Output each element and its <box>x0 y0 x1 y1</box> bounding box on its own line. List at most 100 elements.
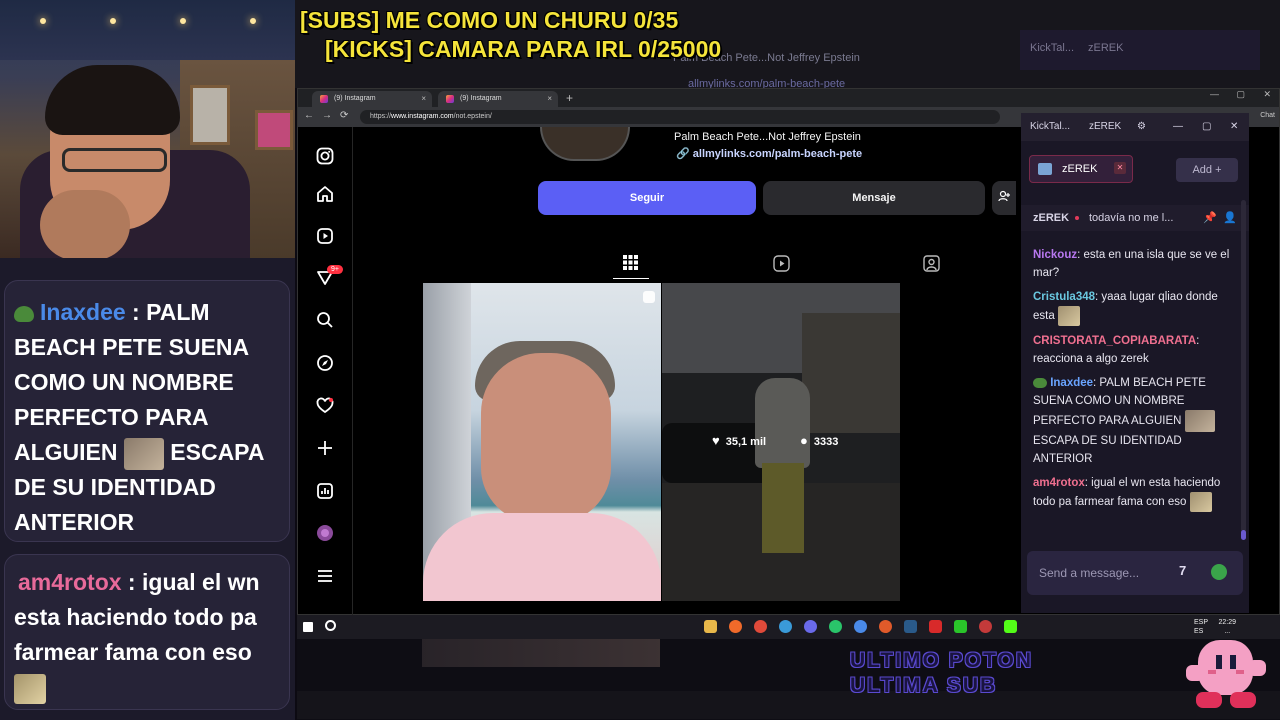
maximize-icon[interactable]: ▢ <box>1236 89 1245 100</box>
window-close-icon[interactable]: ✕ <box>1263 89 1271 100</box>
chat-overlay: Inaxdee : PALM BEACH PETE SUENA COMO UN … <box>0 258 295 720</box>
chat-separator: : <box>121 569 142 595</box>
app-icon[interactable] <box>854 620 867 633</box>
comment-bubble-icon: ● <box>800 433 808 448</box>
search-icon[interactable] <box>325 620 336 631</box>
profile-avatar-icon[interactable] <box>315 524 335 544</box>
message-button[interactable]: Mensaje <box>763 181 985 215</box>
suggested-user-icon[interactable] <box>992 181 1016 215</box>
pinned-message[interactable]: zEREK todavía no me l... 📌 👤 <box>1021 205 1249 231</box>
add-channel-button[interactable]: Add + <box>1176 158 1238 182</box>
instagram-sidebar: 9+ <box>298 127 353 615</box>
tab-close-icon[interactable]: × <box>547 94 552 103</box>
reels-tab-icon[interactable] <box>773 255 790 276</box>
search-icon[interactable] <box>315 311 335 331</box>
reload-icon[interactable]: ⟳ <box>340 110 348 121</box>
windows-start-icon[interactable] <box>303 622 313 632</box>
clock-time: 22:29 <box>1218 619 1236 626</box>
window-close-icon[interactable]: ✕ <box>1230 121 1238 132</box>
streamer-hair <box>45 65 180 135</box>
chat-username[interactable]: Inaxdee <box>1050 377 1093 389</box>
chat-input-placeholder: Send a message... <box>1039 566 1140 580</box>
app-icon[interactable] <box>929 620 942 633</box>
chat-username[interactable]: CRISTORATA_COPIABARATA <box>1033 335 1196 347</box>
firefox-icon[interactable] <box>729 620 742 633</box>
chat-username[interactable]: Cristula348 <box>1033 291 1095 303</box>
spotify-icon[interactable] <box>829 620 842 633</box>
emote-picker-icon[interactable] <box>1211 564 1227 580</box>
menu-icon[interactable] <box>315 567 335 587</box>
channel-tab[interactable]: zEREK ✕ <box>1029 155 1133 183</box>
channel-tab-label: zEREK <box>1062 163 1098 175</box>
chrome-icon[interactable] <box>754 620 767 633</box>
live-dot-icon <box>1075 216 1079 220</box>
chat-username: am4rotox <box>18 569 122 595</box>
back-icon[interactable]: ← <box>304 110 314 121</box>
heart-icon[interactable] <box>315 397 335 417</box>
instagram-logo-icon[interactable] <box>315 147 335 167</box>
frog-badge-icon <box>1033 377 1047 388</box>
instagram-favicon-icon <box>320 95 328 103</box>
pin-icon[interactable]: 📌 <box>1203 211 1217 224</box>
scrollbar-thumb[interactable] <box>1241 530 1246 540</box>
kick-icon[interactable] <box>1004 620 1017 633</box>
profile-tabs <box>423 247 1023 281</box>
create-icon[interactable] <box>315 439 335 459</box>
7tv-emote-icon[interactable]: 7 <box>1179 563 1186 578</box>
chat-input[interactable]: Send a message... 7 <box>1027 551 1243 595</box>
subs-goal: [SUBS] ME COMO UN CHURU 0/35 <box>300 7 679 33</box>
ceiling-light <box>110 18 116 24</box>
tab-title: (9) Instagram <box>460 95 502 102</box>
explore-icon[interactable] <box>315 354 335 374</box>
pinned-username: zEREK <box>1033 212 1070 224</box>
post-thumbnail[interactable] <box>423 283 661 601</box>
edge-icon[interactable] <box>779 620 792 633</box>
profile-link-text: allmylinks.com/palm-beach-pete <box>692 148 863 160</box>
chat-extension-button[interactable]: Chat <box>1260 112 1275 119</box>
channel-avatar-icon <box>1038 163 1052 175</box>
chat-scrollbar[interactable] <box>1241 200 1246 540</box>
chat-username[interactable]: Nickouz <box>1033 249 1077 261</box>
windows-taskbar: ESP ES 22:29... <box>297 615 1280 639</box>
tagged-tab-icon[interactable] <box>923 255 940 276</box>
app-icon[interactable] <box>979 620 992 633</box>
language-code: ESP <box>1193 619 1208 626</box>
follow-button[interactable]: Seguir <box>538 181 756 215</box>
maximize-icon[interactable]: ▢ <box>1202 121 1211 132</box>
active-tab-indicator <box>613 278 649 279</box>
home-icon[interactable] <box>315 185 335 205</box>
minimize-icon[interactable]: — <box>1173 121 1183 132</box>
minimize-icon[interactable]: — <box>1210 89 1219 99</box>
gear-icon[interactable]: ⚙ <box>1137 121 1146 132</box>
url-field[interactable]: https://www.instagram.com/not.epstein/ <box>360 110 1000 124</box>
obs-icon[interactable] <box>804 620 817 633</box>
reel-indicator-icon <box>643 291 655 303</box>
new-tab-button[interactable]: + <box>566 91 573 105</box>
tab-instagram-2[interactable]: (9) Instagram × <box>438 91 558 107</box>
streamer-glasses <box>62 148 167 172</box>
profile-link[interactable]: 🔗 allmylinks.com/palm-beach-pete <box>676 147 862 160</box>
forward-icon[interactable]: → <box>322 110 332 121</box>
kick-chat-header: KickTal... zEREK ⚙ — ▢ ✕ <box>1021 113 1249 141</box>
ghost-channel: zEREK <box>1088 42 1124 54</box>
chat-username[interactable]: am4rotox <box>1033 477 1085 489</box>
streamer-hand <box>40 190 130 258</box>
user-icon[interactable]: 👤 <box>1223 211 1237 224</box>
post-thumbnail[interactable]: ♥ 35,1 mil ● 3333 <box>662 283 900 601</box>
app-icon[interactable] <box>954 620 967 633</box>
reels-icon[interactable] <box>315 227 335 247</box>
file-explorer-icon[interactable] <box>704 620 717 633</box>
close-icon[interactable]: ✕ <box>1114 162 1126 174</box>
steam-icon[interactable] <box>904 620 917 633</box>
dashboard-icon[interactable] <box>315 482 335 502</box>
tab-instagram-1[interactable]: (9) Instagram × <box>312 91 432 107</box>
profile-picture[interactable] <box>540 127 630 161</box>
tab-close-icon[interactable]: × <box>421 94 426 103</box>
chat-separator: : <box>125 299 147 325</box>
hover-overlay <box>662 283 900 601</box>
app-icon[interactable] <box>879 620 892 633</box>
chat-message: CRISTORATA_COPIABARATA: reacciona a algo… <box>1033 332 1233 368</box>
chat-colon: : <box>1196 335 1200 347</box>
add-label: Add <box>1192 164 1213 176</box>
grid-tab-icon[interactable] <box>623 255 638 274</box>
